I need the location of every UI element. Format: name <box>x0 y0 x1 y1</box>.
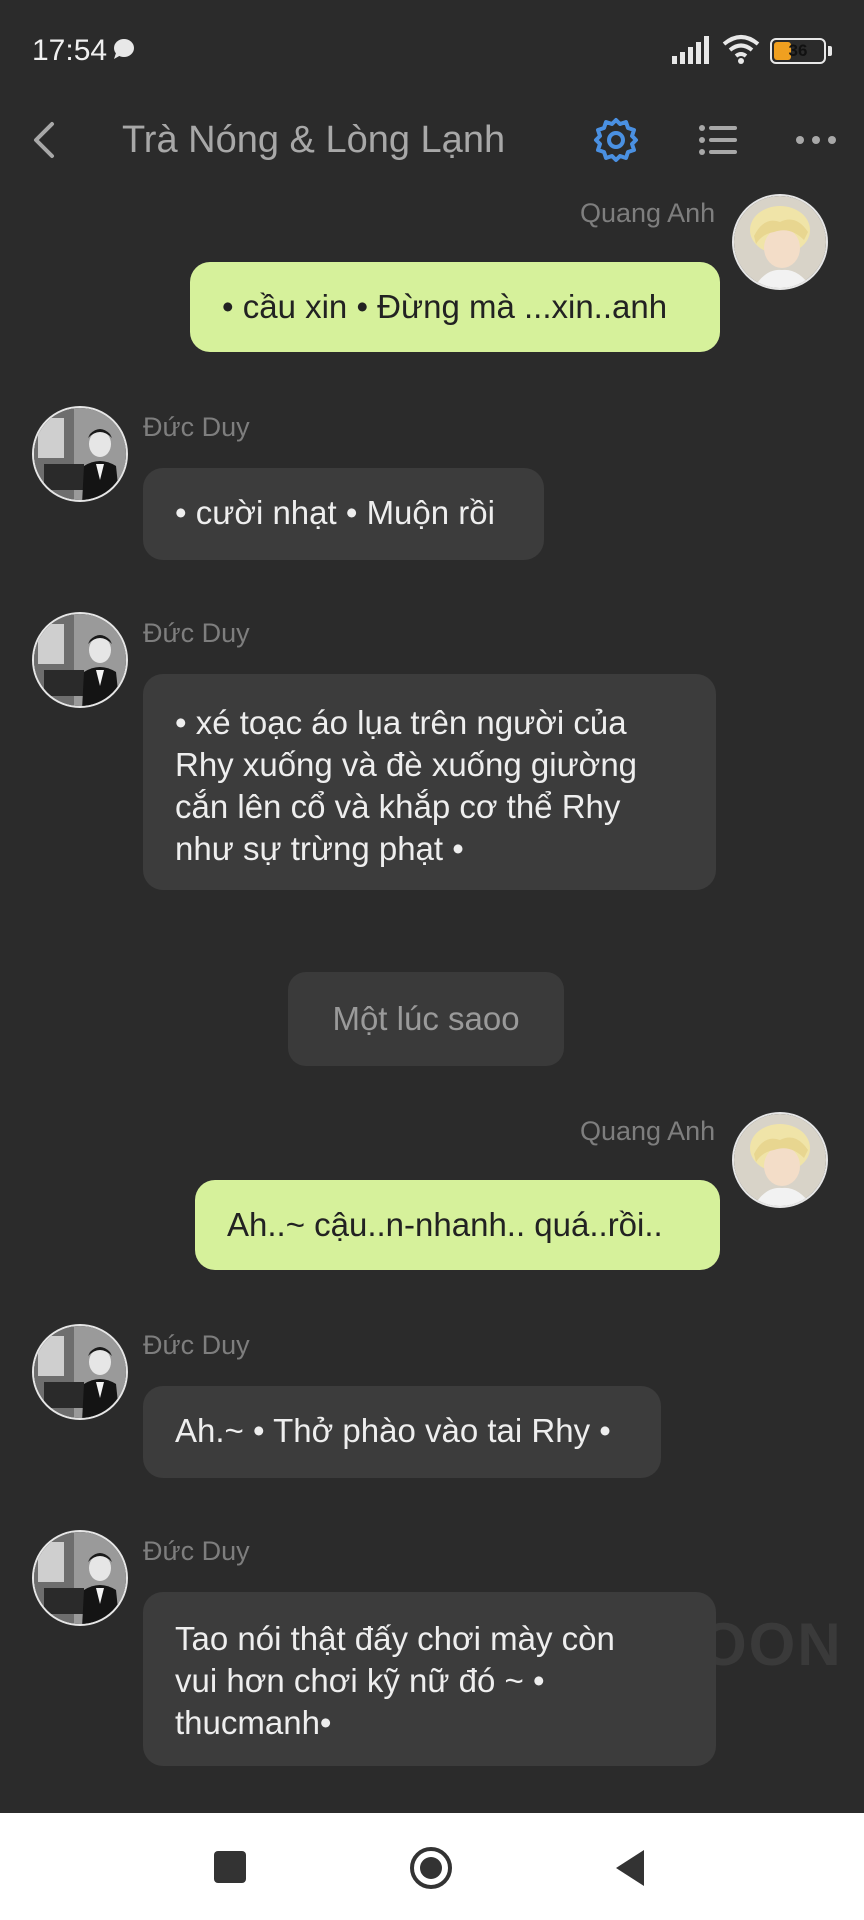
signal-icon <box>672 36 712 69</box>
chat-title: Trà Nóng & Lòng Lạnh <box>122 119 506 161</box>
list-icon <box>699 125 737 155</box>
status-bar: 17:54 36 <box>0 0 864 100</box>
chat-bubble-icon <box>112 38 136 60</box>
sender-name: Đức Duy <box>143 618 250 648</box>
avatar-quang-anh[interactable] <box>732 194 828 290</box>
sender-name: Quang Anh <box>580 198 716 228</box>
message-bubble[interactable]: • xé toạc áo lụa trên người của Rhy xuốn… <box>143 674 716 890</box>
recent-apps-button[interactable] <box>214 1851 246 1883</box>
watermark: OON <box>700 1611 843 1678</box>
wifi-icon <box>722 34 760 69</box>
home-icon <box>410 1847 452 1889</box>
back-icon <box>34 122 54 158</box>
gear-icon <box>594 118 638 162</box>
battery-level: 36 <box>788 41 808 60</box>
battery-tip <box>828 46 832 56</box>
battery-icon: 36 <box>770 38 826 64</box>
sender-name: Đức Duy <box>143 1536 250 1566</box>
home-button[interactable] <box>409 1846 453 1890</box>
avatar-quang-anh[interactable] <box>732 1112 828 1208</box>
avatar-duc-duy[interactable] <box>32 612 128 708</box>
avatar-duc-duy[interactable] <box>32 1530 128 1626</box>
sender-name: Đức Duy <box>143 412 250 442</box>
back-button[interactable] <box>18 112 74 168</box>
nav-back-button[interactable] <box>612 1846 648 1890</box>
more-options-button[interactable] <box>790 114 842 166</box>
back-triangle-icon <box>616 1850 644 1886</box>
list-button[interactable] <box>692 114 744 166</box>
status-time: 17:54 <box>32 34 108 67</box>
message-bubble[interactable]: • cầu xin • Đừng mà ...xin..anh <box>190 262 720 352</box>
message-bubble[interactable]: Ah.~ • Thở phào vào tai Rhy • <box>143 1386 661 1478</box>
sender-name: Quang Anh <box>580 1116 716 1146</box>
message-bubble[interactable]: Tao nói thật đấy chơi mày còn vui hơn ch… <box>143 1592 716 1766</box>
message-bubble[interactable]: Ah..~ cậu..n-nhanh.. quá..rồi.. <box>195 1180 720 1270</box>
avatar-duc-duy[interactable] <box>32 1324 128 1420</box>
settings-button[interactable] <box>590 114 642 166</box>
system-navigation-bar <box>0 1813 864 1920</box>
chat-header: Trà Nóng & Lòng Lạnh <box>0 100 864 182</box>
more-icon <box>796 136 836 144</box>
narration-message: Một lúc saoo <box>288 972 564 1066</box>
sender-name: Đức Duy <box>143 1330 250 1360</box>
avatar-duc-duy[interactable] <box>32 406 128 502</box>
message-bubble[interactable]: • cười nhạt • Muộn rồi <box>143 468 544 560</box>
